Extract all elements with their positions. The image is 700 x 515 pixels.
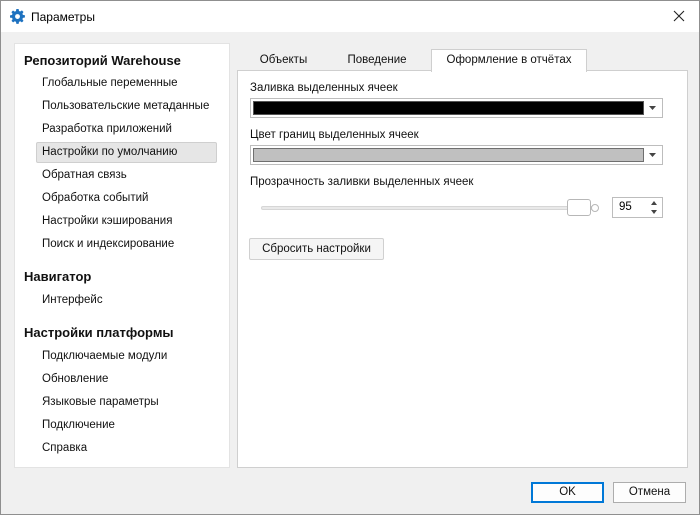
tab-behavior[interactable]: Поведение [329,49,425,71]
sidebar-item-connection[interactable]: Подключение [36,415,217,436]
tab-panel-report-design: Заливка выделенных ячеек Цвет границ выд… [237,70,688,468]
border-color-label: Цвет границ выделенных ячеек [250,129,419,141]
gear-icon [10,9,25,24]
sidebar-item-interface[interactable]: Интерфейс [36,290,217,311]
close-icon [673,10,685,22]
cancel-button[interactable]: Отмена [613,482,686,503]
transparency-value: 95 [619,201,632,213]
fill-color-label: Заливка выделенных ячеек [250,82,398,94]
border-color-swatch [253,148,644,162]
sidebar-item-caching[interactable]: Настройки кэширования [36,211,217,232]
sidebar-item-help[interactable]: Справка [36,438,217,459]
sidebar-group-navigator: Навигатор [24,269,92,284]
sidebar-item-global-variables[interactable]: Глобальные переменные [36,73,217,94]
transparency-spinbox[interactable]: 95 [612,197,663,218]
reset-settings-button[interactable]: Сбросить настройки [249,238,384,260]
transparency-slider-thumb[interactable] [567,199,591,216]
chevron-down-icon[interactable] [644,146,662,164]
sidebar-item-app-development[interactable]: Разработка приложений [36,119,217,140]
ok-button[interactable]: OK [531,482,604,503]
sidebar-item-user-metadata[interactable]: Пользовательские метаданные [36,96,217,117]
settings-sidebar: Репозиторий Warehouse Глобальные перемен… [14,43,230,468]
sidebar-group-platform: Настройки платформы [24,325,174,340]
window-title: Параметры [31,10,95,24]
sidebar-group-warehouse: Репозиторий Warehouse [24,53,181,68]
fill-color-picker[interactable] [250,98,663,118]
close-button[interactable] [659,1,699,32]
sidebar-item-plugins[interactable]: Подключаемые модули [36,346,217,367]
chevron-down-icon[interactable] [648,208,660,217]
sidebar-item-language[interactable]: Языковые параметры [36,392,217,413]
sidebar-item-event-handling[interactable]: Обработка событий [36,188,217,209]
chevron-down-icon[interactable] [644,99,662,117]
tab-objects[interactable]: Объекты [238,49,329,71]
title-bar: Параметры [1,1,699,32]
sidebar-item-update[interactable]: Обновление [36,369,217,390]
fill-color-swatch [253,101,644,115]
tab-report-design[interactable]: Оформление в отчётах [431,49,587,72]
transparency-slider-track[interactable] [261,206,595,210]
slider-end-marker [591,204,599,212]
sidebar-item-feedback[interactable]: Обратная связь [36,165,217,186]
border-color-picker[interactable] [250,145,663,165]
dialog-footer: OK Отмена [1,469,699,514]
transparency-label: Прозрачность заливки выделенных ячеек [250,176,474,188]
sidebar-item-search-indexing[interactable]: Поиск и индексирование [36,234,217,255]
chevron-up-icon[interactable] [648,199,660,208]
sidebar-item-defaults[interactable]: Настройки по умолчанию [36,142,217,163]
settings-dialog: Параметры Репозиторий Warehouse Глобальн… [0,0,700,515]
